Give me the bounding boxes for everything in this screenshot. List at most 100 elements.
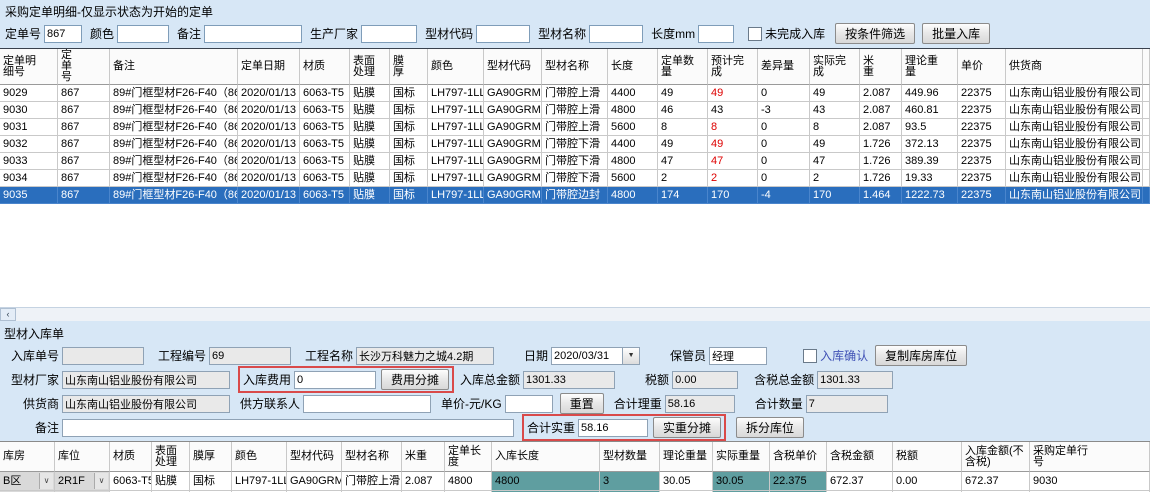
table-cell[interactable]: 6063-T5 (300, 136, 350, 153)
filter-remark-input[interactable] (204, 25, 302, 43)
table-cell[interactable]: 8 (810, 119, 860, 136)
table-cell[interactable]: 贴膜 (350, 85, 390, 102)
column-header[interactable]: 含税单价 (770, 442, 827, 472)
filter-manufacturer-input[interactable] (361, 25, 417, 43)
inbound-fee-field[interactable] (294, 371, 376, 389)
column-header[interactable]: 定单明 细号 (0, 49, 58, 85)
split-location-button[interactable]: 拆分库位 (736, 417, 804, 438)
column-header[interactable]: 定 单 号 (58, 49, 110, 85)
column-header[interactable]: 库房 (0, 442, 55, 472)
table-cell[interactable]: LH797-1LL0 (428, 136, 484, 153)
copy-warehouse-location-button[interactable]: 复制库房库位 (875, 345, 967, 366)
table-cell[interactable]: GA90GRM04 (484, 136, 542, 153)
keeper-field[interactable] (709, 347, 767, 365)
table-row[interactable]: 903586789#门框型材F26-F40（866+867）2020/01/13… (0, 187, 1150, 204)
unit-price-field[interactable] (505, 395, 553, 413)
table-cell[interactable]: 867 (58, 153, 110, 170)
table-row[interactable]: 902986789#门框型材F26-F40（866+867）2020/01/13… (0, 85, 1150, 102)
tax-field[interactable] (672, 371, 738, 389)
batch-inbound-button[interactable]: 批量入库 (922, 23, 990, 44)
column-header[interactable]: 定单数 量 (658, 49, 708, 85)
table-cell[interactable]: 0 (758, 85, 810, 102)
table-cell[interactable]: 国标 (390, 136, 428, 153)
column-header[interactable]: 入库长度 (492, 442, 600, 472)
table-cell[interactable]: 2 (810, 170, 860, 187)
inbound-no-field[interactable] (62, 347, 144, 365)
table-cell[interactable] (1143, 85, 1150, 102)
table-cell[interactable]: 2020/01/13 (238, 119, 300, 136)
table-cell[interactable]: 0 (758, 119, 810, 136)
table-cell[interactable]: LH797-1LL0 (428, 170, 484, 187)
table-cell[interactable]: 93.5 (902, 119, 958, 136)
column-header[interactable]: 实际完 成 (810, 49, 860, 85)
column-header[interactable]: 型材代码 (287, 442, 342, 472)
table-cell[interactable]: 6063-T5 (300, 153, 350, 170)
table-cell[interactable]: LH797-1LL0 (428, 153, 484, 170)
unfinished-inbound-checkbox[interactable] (748, 27, 762, 41)
table-cell[interactable]: 22.375 (770, 472, 827, 491)
table-cell[interactable]: 贴膜 (350, 153, 390, 170)
table-cell[interactable]: -3 (758, 102, 810, 119)
table-cell[interactable]: GA90GRM03 (484, 119, 542, 136)
table-cell[interactable]: 672.37 (962, 472, 1030, 491)
table-cell[interactable]: 0.00 (893, 472, 962, 491)
table-cell[interactable]: 49 (810, 136, 860, 153)
inbound-total-field[interactable] (523, 371, 615, 389)
table-cell[interactable]: 山东南山铝业股份有限公司 (1006, 170, 1143, 187)
table-cell[interactable]: 6063-T5 (300, 187, 350, 204)
table-cell[interactable]: 国标 (390, 170, 428, 187)
table-row[interactable]: 903186789#门框型材F26-F40（866+867）2020/01/13… (0, 119, 1150, 136)
table-cell[interactable]: 6063-T5 (110, 472, 152, 491)
supplier-field[interactable] (62, 395, 230, 413)
actual-weight-allocate-button[interactable]: 实重分摊 (653, 417, 721, 438)
table-cell[interactable]: LH797-1LL0 (428, 187, 484, 204)
column-header[interactable]: 入库金额(不 含税) (962, 442, 1030, 472)
table-cell[interactable]: 867 (58, 136, 110, 153)
total-qty-field[interactable] (806, 395, 888, 413)
table-cell[interactable]: GA90GRM03 (484, 85, 542, 102)
table-row[interactable]: B区∨2R1F∨6063-T5贴膜国标LH797-1LL0GA90GRM03门带… (0, 472, 1150, 491)
column-header[interactable]: 税额 (893, 442, 962, 472)
column-header[interactable]: 供货商 (1006, 49, 1143, 85)
column-header[interactable]: 预计完 成 (708, 49, 758, 85)
column-header[interactable]: 材质 (110, 442, 152, 472)
dropdown-arrow-icon[interactable]: ∨ (94, 473, 108, 489)
table-cell[interactable]: 22375 (958, 153, 1006, 170)
column-header[interactable]: 备注 (110, 49, 238, 85)
column-header[interactable]: 单价 (958, 49, 1006, 85)
table-cell[interactable]: 山东南山铝业股份有限公司 (1006, 102, 1143, 119)
table-cell[interactable]: 1.726 (860, 153, 902, 170)
table-cell[interactable]: 8 (658, 119, 708, 136)
column-header[interactable]: 膜 厚 (390, 49, 428, 85)
table-cell[interactable]: 89#门框型材F26-F40（866+867） (110, 187, 238, 204)
table-cell[interactable]: 国标 (390, 119, 428, 136)
table-cell[interactable]: 22375 (958, 187, 1006, 204)
table-cell[interactable]: 22375 (958, 136, 1006, 153)
table-cell[interactable]: 89#门框型材F26-F40（866+867） (110, 153, 238, 170)
table-cell[interactable]: 6063-T5 (300, 170, 350, 187)
column-header[interactable]: 型材数量 (600, 442, 660, 472)
table-cell[interactable]: 4400 (608, 136, 658, 153)
table-cell[interactable]: 867 (58, 85, 110, 102)
table-cell[interactable]: 门带腔下滑 (542, 136, 608, 153)
table-cell[interactable]: 49 (810, 85, 860, 102)
column-header[interactable]: 颜色 (428, 49, 484, 85)
column-header[interactable]: 型材名称 (542, 49, 608, 85)
table-cell[interactable]: 9033 (0, 153, 58, 170)
table-cell[interactable]: 国标 (390, 102, 428, 119)
table-cell[interactable]: 2020/01/13 (238, 85, 300, 102)
column-header[interactable]: 膜厚 (190, 442, 232, 472)
date-picker[interactable]: ▼ (551, 347, 640, 365)
inbound-confirm-checkbox[interactable] (803, 349, 817, 363)
table-cell[interactable]: 0 (758, 136, 810, 153)
column-header[interactable]: 实际重量 (713, 442, 770, 472)
date-field[interactable] (551, 347, 623, 365)
table-cell[interactable]: 49 (658, 85, 708, 102)
table-cell[interactable]: 贴膜 (350, 119, 390, 136)
table-cell[interactable] (1143, 119, 1150, 136)
table-cell[interactable]: 贴膜 (350, 136, 390, 153)
table-cell[interactable]: 山东南山铝业股份有限公司 (1006, 187, 1143, 204)
table-cell[interactable]: 89#门框型材F26-F40（866+867） (110, 102, 238, 119)
table-cell[interactable]: 贴膜 (152, 472, 190, 491)
table-cell[interactable]: 89#门框型材F26-F40（866+867） (110, 119, 238, 136)
